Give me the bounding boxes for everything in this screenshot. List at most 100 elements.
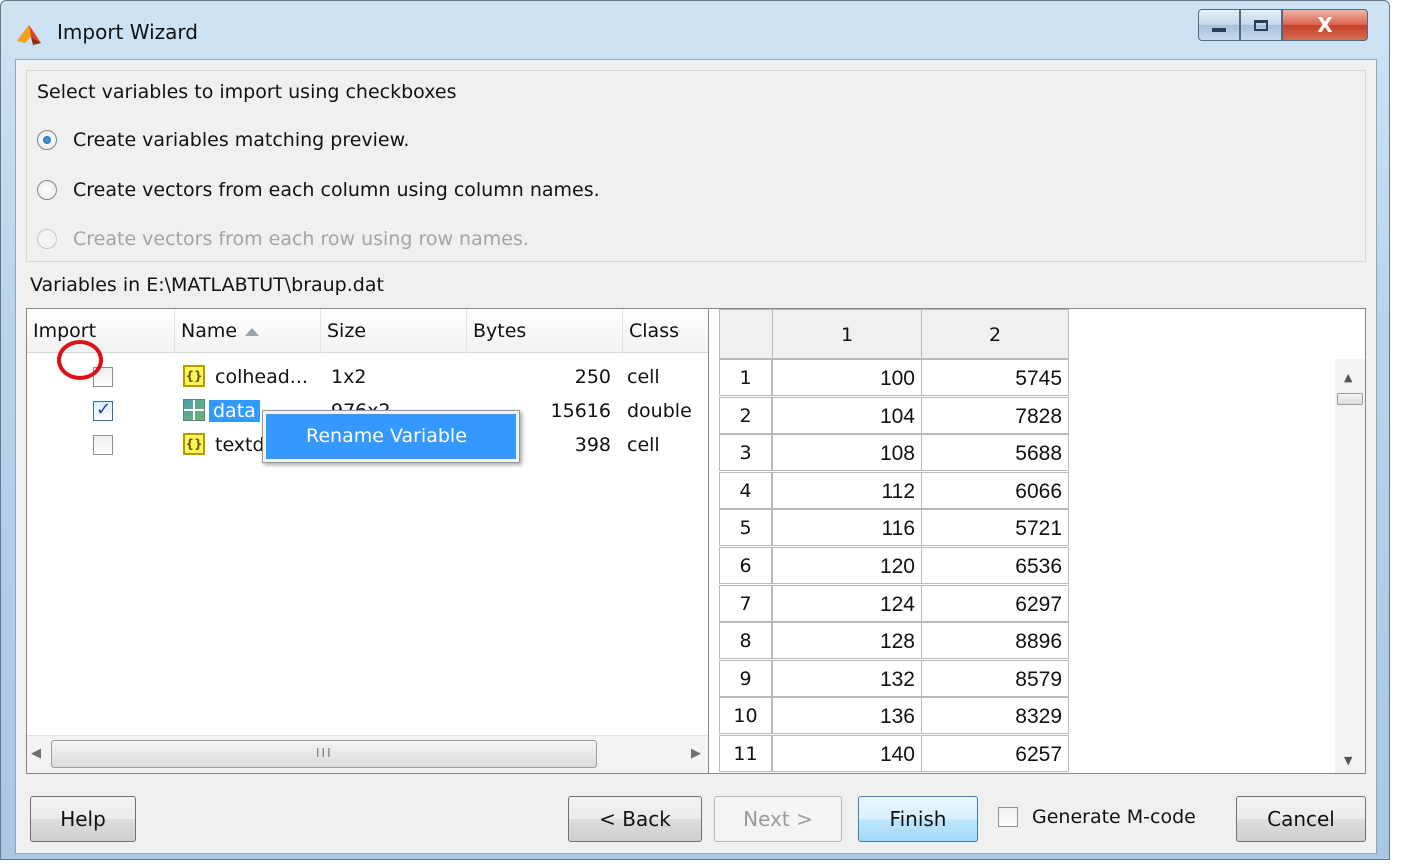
minimize-icon bbox=[1212, 28, 1226, 32]
variable-class: cell bbox=[627, 366, 660, 388]
scrollbar-thumb[interactable] bbox=[1337, 393, 1363, 405]
radio-create-variables[interactable]: Create variables matching preview. bbox=[37, 129, 409, 151]
cancel-button[interactable]: Cancel bbox=[1236, 796, 1366, 842]
back-button[interactable]: < Back bbox=[568, 796, 702, 842]
preview-cell: 116 bbox=[772, 509, 922, 547]
column-header-class[interactable]: Class bbox=[623, 309, 709, 353]
maximize-button[interactable] bbox=[1240, 9, 1282, 41]
preview-cell: 124 bbox=[772, 584, 922, 622]
radio-label: Create vectors from each row using row n… bbox=[73, 228, 529, 250]
highlight-circle-annotation bbox=[57, 340, 103, 380]
next-button[interactable]: Next > bbox=[714, 796, 842, 842]
column-header-size[interactable]: Size bbox=[321, 309, 467, 353]
variables-table-header: Import Name Size Bytes Class bbox=[27, 309, 709, 353]
preview-cell: 8896 bbox=[921, 622, 1069, 660]
preview-row-header: 4 bbox=[719, 471, 772, 509]
generate-mcode-option[interactable]: Generate M-code bbox=[998, 806, 1196, 828]
preview-row-header: 5 bbox=[719, 509, 772, 547]
preview-row-header: 7 bbox=[719, 584, 772, 622]
preview-cell: 5688 bbox=[921, 434, 1069, 472]
column-header-name[interactable]: Name bbox=[175, 309, 321, 353]
preview-row-header: 3 bbox=[719, 434, 772, 472]
preview-row-header: 10 bbox=[719, 697, 772, 735]
variable-name: colhead... bbox=[215, 366, 308, 388]
column-header-bytes[interactable]: Bytes bbox=[467, 309, 623, 353]
preview-cell: 128 bbox=[772, 622, 922, 660]
preview-cell: 108 bbox=[772, 434, 922, 472]
preview-row-header: 8 bbox=[719, 622, 772, 660]
preview-cell: 136 bbox=[772, 697, 922, 735]
scroll-up-icon[interactable]: ▲ bbox=[1344, 371, 1352, 384]
scroll-down-icon[interactable]: ▼ bbox=[1344, 754, 1352, 767]
variables-file-label: Variables in E:\MATLABTUT\braup.dat bbox=[30, 274, 384, 296]
preview-row-header: 9 bbox=[719, 659, 772, 697]
finish-button[interactable]: Finish bbox=[858, 796, 978, 842]
variable-size: 1x2 bbox=[331, 366, 367, 388]
preview-corner-header bbox=[719, 309, 773, 359]
preview-cell: 132 bbox=[772, 659, 922, 697]
preview-cell: 7828 bbox=[921, 396, 1069, 434]
context-menu: Rename Variable bbox=[262, 410, 520, 463]
window-title: Import Wizard bbox=[57, 20, 198, 44]
help-button[interactable]: Help bbox=[30, 796, 136, 842]
radio-vectors-columns[interactable]: Create vectors from each column using co… bbox=[37, 179, 600, 201]
preview-column-header[interactable]: 1 bbox=[772, 309, 922, 359]
preview-cell: 120 bbox=[772, 547, 922, 584]
preview-cell: 5721 bbox=[921, 509, 1069, 547]
scroll-left-icon[interactable]: ◀ bbox=[31, 746, 45, 764]
maximize-icon bbox=[1254, 19, 1268, 31]
preview-cell: 6297 bbox=[921, 584, 1069, 622]
preview-cell: 8329 bbox=[921, 697, 1069, 735]
preview-cell: 104 bbox=[772, 396, 922, 434]
title-bar[interactable]: Import Wizard X bbox=[1, 1, 1389, 59]
radio-button-icon bbox=[37, 229, 57, 249]
close-icon: X bbox=[1317, 13, 1333, 37]
cell-array-icon: {} bbox=[183, 365, 205, 387]
sort-ascending-icon bbox=[245, 327, 260, 336]
radio-label: Create vectors from each column using co… bbox=[73, 179, 600, 201]
variable-bytes: 250 bbox=[574, 366, 611, 388]
column-header-import[interactable]: Import bbox=[27, 309, 175, 353]
radio-button-icon[interactable] bbox=[37, 130, 57, 150]
data-preview-table: 1 2 1 100 5745 2 104 7828 3 108 5688 4 112 6066 5 116… bbox=[708, 308, 1366, 774]
preview-cell: 8579 bbox=[921, 659, 1069, 697]
import-options-panel: Select variables to import using checkbo… bbox=[26, 70, 1366, 262]
variables-table: Import Name Size Bytes Class {} colhead.… bbox=[26, 308, 710, 774]
radio-label: Create variables matching preview. bbox=[73, 129, 410, 151]
matrix-icon bbox=[183, 399, 205, 421]
variable-class: double bbox=[627, 400, 692, 422]
preview-cell: 5745 bbox=[921, 359, 1069, 396]
generate-mcode-label: Generate M-code bbox=[1032, 806, 1196, 828]
preview-cell: 100 bbox=[772, 359, 922, 396]
scrollbar-thumb[interactable]: III bbox=[51, 740, 597, 768]
import-wizard-window: Import Wizard X Select variables to impo… bbox=[0, 0, 1390, 860]
radio-vectors-rows: Create vectors from each row using row n… bbox=[37, 228, 529, 250]
preview-cell: 140 bbox=[772, 735, 922, 772]
preview-row-header: 1 bbox=[719, 359, 772, 396]
dialog-client-area: Select variables to import using checkbo… bbox=[15, 59, 1377, 854]
cell-array-icon: {} bbox=[183, 433, 205, 455]
preview-cell: 6257 bbox=[921, 735, 1069, 772]
options-heading: Select variables to import using checkbo… bbox=[37, 81, 457, 103]
preview-row-header: 2 bbox=[719, 396, 772, 434]
variable-class: cell bbox=[627, 434, 660, 456]
horizontal-scrollbar[interactable]: ◀ III ▶ bbox=[27, 735, 709, 773]
preview-cell: 6536 bbox=[921, 547, 1069, 584]
table-row[interactable]: {} colhead... 1x2 250 cell bbox=[27, 361, 709, 394]
import-checkbox[interactable] bbox=[93, 435, 113, 455]
minimize-button[interactable] bbox=[1198, 9, 1240, 41]
preview-row-header: 11 bbox=[719, 735, 772, 772]
preview-row-header: 6 bbox=[719, 547, 772, 584]
context-menu-item-rename-variable[interactable]: Rename Variable bbox=[266, 414, 516, 459]
close-button[interactable]: X bbox=[1282, 9, 1368, 41]
matlab-logo-icon bbox=[17, 25, 41, 45]
generate-mcode-checkbox[interactable] bbox=[998, 807, 1018, 827]
preview-column-header[interactable]: 2 bbox=[921, 309, 1069, 359]
preview-cell: 112 bbox=[772, 471, 922, 509]
scroll-right-icon[interactable]: ▶ bbox=[691, 746, 705, 764]
vertical-scrollbar[interactable]: ▲ ▼ bbox=[1335, 359, 1365, 773]
scroll-grip: III bbox=[316, 746, 333, 760]
import-checkbox[interactable] bbox=[93, 399, 113, 421]
radio-button-icon[interactable] bbox=[37, 180, 57, 200]
preview-cell: 6066 bbox=[921, 471, 1069, 509]
